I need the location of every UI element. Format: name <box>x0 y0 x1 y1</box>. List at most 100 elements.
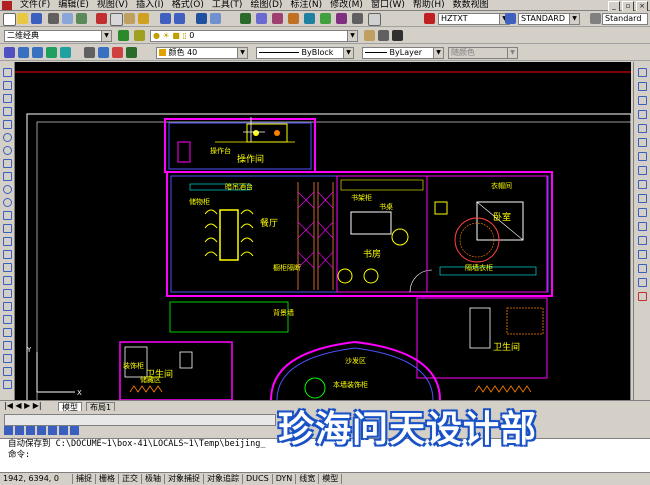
explode-icon[interactable] <box>638 278 647 287</box>
match-properties-icon[interactable] <box>138 13 149 24</box>
cut-icon[interactable] <box>96 13 107 24</box>
menu-help[interactable]: 帮助(H) <box>409 0 449 11</box>
markup-icon[interactable] <box>336 13 347 24</box>
toggle-otrack[interactable]: 对象追踪 <box>204 474 243 484</box>
layer-select[interactable]: ● ☀ ■ ▯ 0 ▼ <box>150 30 358 42</box>
move-icon[interactable] <box>638 138 647 147</box>
region-icon[interactable] <box>3 276 12 285</box>
make-block-icon[interactable] <box>3 224 12 233</box>
copy-icon[interactable] <box>638 82 647 91</box>
insert-block-icon[interactable] <box>3 211 12 220</box>
calculator-icon[interactable] <box>352 13 363 24</box>
menu-dimension[interactable]: 标注(N) <box>286 0 326 11</box>
hatch-icon[interactable] <box>3 250 12 259</box>
tool-palettes-icon[interactable] <box>304 13 315 24</box>
line-icon[interactable] <box>3 68 12 77</box>
preview-icon[interactable] <box>62 13 73 24</box>
menu-insert[interactable]: 插入(I) <box>132 0 168 11</box>
menu-dataview[interactable]: 数数视图 <box>449 0 493 11</box>
dim-angular-icon[interactable] <box>70 426 79 435</box>
join-icon[interactable] <box>638 236 647 245</box>
print-icon[interactable] <box>48 13 59 24</box>
copy-icon[interactable] <box>110 13 123 26</box>
zoom-extents-icon[interactable] <box>60 47 71 58</box>
new-icon[interactable] <box>3 13 16 26</box>
scale-icon[interactable] <box>638 166 647 175</box>
zoom-scale-icon[interactable] <box>84 47 95 58</box>
toggle-ortho[interactable]: 正交 <box>119 474 142 484</box>
dim-aligned-icon[interactable] <box>15 426 24 435</box>
move-icon[interactable] <box>3 315 12 324</box>
ellipse-arc-icon[interactable] <box>3 198 12 207</box>
workspace-settings-icon[interactable] <box>118 30 129 41</box>
erase-icon[interactable] <box>638 68 647 77</box>
open-icon[interactable] <box>17 13 28 24</box>
stretch-icon[interactable] <box>638 180 647 189</box>
dim-style-icon[interactable] <box>505 13 516 24</box>
fillet-icon[interactable] <box>638 264 647 273</box>
rectangle-icon[interactable] <box>3 120 12 129</box>
chamfer-icon[interactable] <box>638 250 647 259</box>
circle-icon[interactable] <box>3 146 12 155</box>
design-center-icon[interactable] <box>288 13 299 24</box>
zoom-previous-icon[interactable] <box>256 13 267 24</box>
mirror-icon[interactable] <box>3 341 12 350</box>
help-icon[interactable] <box>368 13 381 26</box>
toggle-dyn[interactable]: DYN <box>273 474 297 484</box>
command-input[interactable] <box>0 461 650 472</box>
text-style-select[interactable]: HZTXT▼ <box>438 13 510 25</box>
workspace-select[interactable]: 二维经典 ▼ <box>4 30 112 42</box>
gradient-icon[interactable] <box>3 263 12 272</box>
drawing-canvas[interactable]: Y X 操作台 操作间 暗吊酒台 餐厅 储物柜 橱柜隔断 书房 衣帽间 卧室 隔… <box>15 62 631 400</box>
ellipse-icon[interactable] <box>3 185 12 194</box>
rotate-icon[interactable] <box>3 380 12 389</box>
zoom-icon[interactable] <box>4 47 15 58</box>
table-style-select[interactable]: Standard <box>602 13 648 25</box>
flag-icon[interactable] <box>638 292 647 301</box>
layer-previous-icon[interactable] <box>378 30 389 41</box>
menu-draw[interactable]: 绘图(D) <box>246 0 286 11</box>
sheet-set-icon[interactable] <box>320 13 331 24</box>
extend-icon[interactable] <box>638 208 647 217</box>
menu-window[interactable]: 窗口(W) <box>367 0 409 11</box>
menu-view[interactable]: 视图(V) <box>93 0 132 11</box>
toggle-model[interactable]: 模型 <box>319 474 343 484</box>
rotate-icon[interactable] <box>638 152 647 161</box>
save-icon[interactable] <box>31 13 42 24</box>
trim-icon[interactable] <box>638 194 647 203</box>
array-icon[interactable] <box>3 367 12 376</box>
text-style-icon[interactable] <box>424 13 435 24</box>
dim-linear-icon[interactable] <box>4 426 13 435</box>
multiline-text-icon[interactable] <box>3 302 12 311</box>
lineweight-select[interactable]: ByLayer ▼ <box>362 47 444 59</box>
menu-edit[interactable]: 编辑(E) <box>54 0 93 11</box>
dim-arc-icon[interactable] <box>26 426 35 435</box>
polygon-icon[interactable] <box>3 107 12 116</box>
zoom-dynamic-icon[interactable] <box>126 47 137 58</box>
revision-cloud-icon[interactable] <box>3 159 12 168</box>
color-select[interactable]: 颜色 40 ▼ <box>156 47 248 59</box>
undo-icon[interactable] <box>160 13 171 24</box>
menu-modify[interactable]: 修改(M) <box>326 0 367 11</box>
properties-icon[interactable] <box>272 13 283 24</box>
menu-file[interactable]: 文件(F) <box>16 0 54 11</box>
zoom-window-icon[interactable] <box>240 13 251 24</box>
array-icon[interactable] <box>638 124 647 133</box>
menu-format[interactable]: 格式(O) <box>168 0 208 11</box>
break-icon[interactable] <box>638 222 647 231</box>
offset-icon[interactable] <box>3 354 12 363</box>
polyline-icon[interactable] <box>3 94 12 103</box>
layer-manager-icon[interactable] <box>134 30 145 41</box>
plotstyle-select[interactable]: 随颜色 ▼ <box>448 47 518 59</box>
construction-line-icon[interactable] <box>3 81 12 90</box>
spline-icon[interactable] <box>3 172 12 181</box>
toggle-grid[interactable]: 栅格 <box>96 474 119 484</box>
dim-style-select[interactable]: STANDARD ▼ <box>518 13 580 25</box>
toggle-ducs[interactable]: DUCS <box>243 474 273 484</box>
toggle-osnap[interactable]: 对象捕捉 <box>165 474 204 484</box>
dim-diameter-icon[interactable] <box>59 426 68 435</box>
app-icon[interactable] <box>2 1 12 10</box>
toggle-lineweight[interactable]: 线宽 <box>296 474 320 484</box>
zoom-all-icon[interactable] <box>46 47 57 58</box>
publish-icon[interactable] <box>76 13 87 24</box>
